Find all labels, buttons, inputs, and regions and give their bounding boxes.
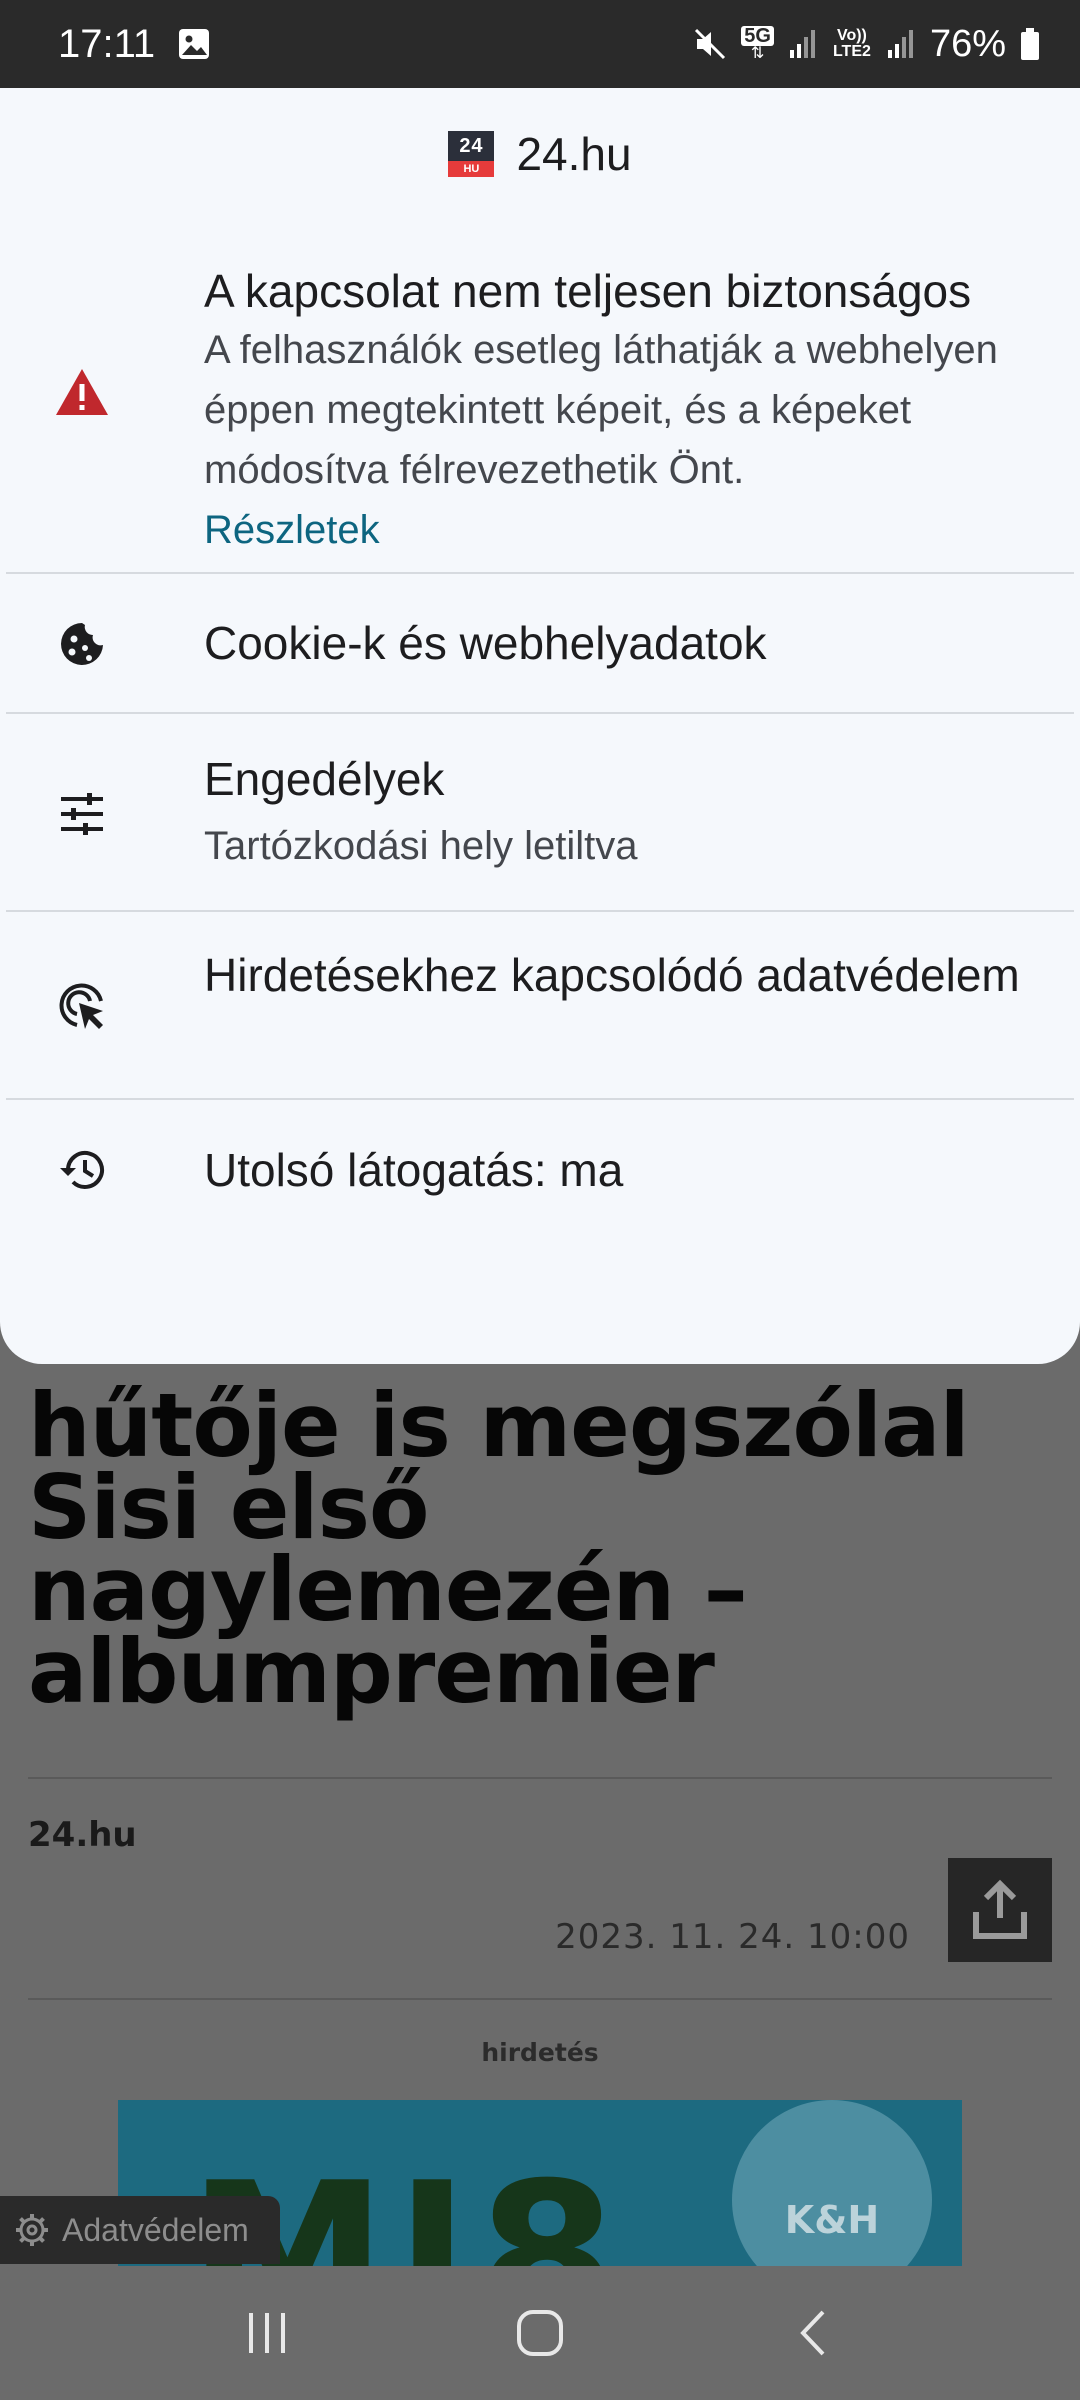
- divider: [28, 1777, 1052, 1779]
- permissions-row[interactable]: Engedélyek Tartózkodási hely letiltva: [6, 714, 1074, 912]
- signal-icon: [887, 30, 913, 58]
- recents-button[interactable]: [227, 2293, 307, 2373]
- sheet-header: 24 HU 24.hu: [0, 88, 1080, 220]
- permissions-title: Engedélyek: [204, 753, 445, 805]
- mute-icon: [695, 28, 726, 60]
- ad-privacy-row[interactable]: Hirdetésekhez kapcsolódó adatvédelem: [6, 912, 1074, 1100]
- article-source[interactable]: 24.hu: [28, 1815, 137, 1855]
- connection-title: A kapcsolat nem teljesen biztonságos: [204, 265, 972, 317]
- status-bar: 17:11 5G ⇅ Vo)) LTE2 76%: [0, 0, 1080, 88]
- last-visit-title: Utolsó látogatás: ma: [204, 1144, 624, 1196]
- ad-label: hirdetés: [481, 2038, 599, 2067]
- article-date: 2023. 11. 24. 10:00: [555, 1917, 910, 1957]
- back-icon: [800, 2310, 825, 2356]
- home-icon: [516, 2310, 563, 2356]
- navigation-bar: [0, 2266, 1080, 2400]
- last-visit-row[interactable]: Utolsó látogatás: ma: [6, 1100, 1074, 1240]
- back-button[interactable]: [773, 2293, 853, 2373]
- ad-brand-logo: K&H: [732, 2100, 932, 2266]
- home-button[interactable]: [500, 2293, 580, 2373]
- cookies-title: Cookie-k és webhelyadatok: [204, 617, 767, 669]
- status-time: 17:11: [58, 21, 156, 66]
- share-button[interactable]: [948, 1858, 1052, 1962]
- article-headline[interactable]: hűtője is megszólal Sisi első nagylemezé…: [28, 1382, 1068, 1716]
- ad-privacy-icon: [52, 976, 112, 1036]
- site-title: 24.hu: [516, 128, 632, 180]
- cookies-row[interactable]: Cookie-k és webhelyadatok: [6, 574, 1074, 714]
- warning-icon: [52, 362, 112, 422]
- battery-level: 76%: [929, 22, 1006, 65]
- cookie-icon: [52, 614, 112, 674]
- privacy-chip-label: Adatvédelem: [62, 2211, 249, 2248]
- ad-privacy-title: Hirdetésekhez kapcsolódó adatvédelem: [204, 949, 1020, 1001]
- tune-icon: [52, 784, 112, 844]
- site-favicon: 24 HU: [448, 131, 495, 177]
- privacy-chip[interactable]: Adatvédelem: [0, 2196, 280, 2264]
- battery-icon: [1021, 28, 1039, 60]
- recents-icon: [248, 2313, 285, 2353]
- signal-icon: [789, 30, 815, 58]
- connection-description: A felhasználók esetleg láthatják a webhe…: [204, 328, 998, 492]
- gallery-icon: [179, 29, 210, 59]
- divider: [28, 1998, 1052, 2000]
- share-icon: [973, 1879, 1027, 1939]
- volte-indicator: Vo)) LTE2: [832, 27, 871, 60]
- page-info-sheet: 24 HU 24.hu A kapcsolat nem teljesen biz…: [0, 88, 1080, 1364]
- permissions-subtitle: Tartózkodási hely letiltva: [204, 824, 638, 868]
- details-link[interactable]: Részletek: [204, 500, 1034, 560]
- connection-security-row[interactable]: A kapcsolat nem teljesen biztonságos A f…: [6, 220, 1074, 574]
- gear-icon: [16, 2214, 48, 2246]
- network-indicator: 5G ⇅: [741, 26, 774, 62]
- history-icon: [52, 1140, 112, 1200]
